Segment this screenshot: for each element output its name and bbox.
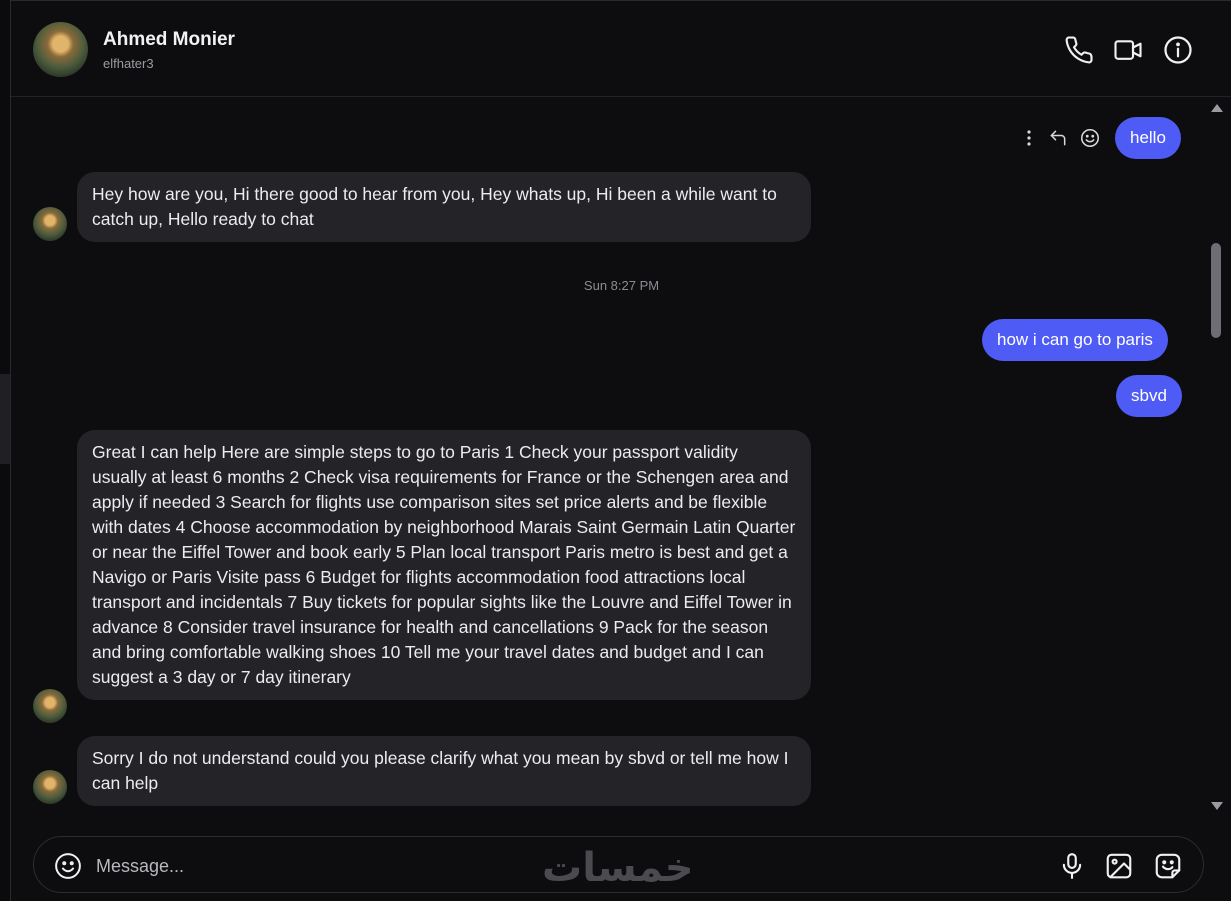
- message-scrollbar[interactable]: [1209, 100, 1223, 816]
- contact-name[interactable]: Ahmed Monier: [103, 29, 235, 51]
- sender-avatar[interactable]: [33, 207, 67, 241]
- sender-avatar[interactable]: [33, 689, 67, 723]
- contact-avatar[interactable]: [33, 22, 88, 77]
- message-timestamp: Sun 8:27 PM: [583, 278, 660, 293]
- image-icon[interactable]: [1104, 851, 1134, 881]
- message-bubble-incoming[interactable]: Hey how are you, Hi there good to hear f…: [77, 172, 811, 242]
- sticker-icon[interactable]: [1153, 851, 1183, 881]
- side-panel-edge: [0, 374, 10, 464]
- contact-username: elfhater3: [103, 56, 154, 71]
- chat-header: Ahmed Monier elfhater3: [11, 0, 1231, 97]
- sender-avatar[interactable]: [33, 770, 67, 804]
- phone-icon[interactable]: [1064, 35, 1094, 65]
- video-call-icon[interactable]: [1113, 35, 1143, 65]
- message-composer: خمسات: [33, 836, 1204, 893]
- message-list[interactable]: hello Hey how are you, Hi there good to …: [11, 97, 1231, 817]
- message-bubble-incoming[interactable]: Great I can help Here are simple steps t…: [77, 430, 811, 700]
- message-bubble-outgoing[interactable]: how i can go to paris: [982, 319, 1168, 361]
- microphone-icon[interactable]: [1057, 851, 1087, 881]
- scroll-down-arrow-icon[interactable]: [1211, 802, 1223, 810]
- emoji-icon[interactable]: [53, 851, 83, 881]
- message-bubble-incoming[interactable]: Sorry I do not understand could you plea…: [77, 736, 811, 806]
- scroll-up-arrow-icon[interactable]: [1211, 104, 1223, 112]
- reply-icon[interactable]: [1047, 128, 1069, 148]
- emoji-react-icon[interactable]: [1079, 127, 1101, 149]
- scrollbar-thumb[interactable]: [1211, 243, 1221, 338]
- message-bubble-outgoing[interactable]: hello: [1115, 117, 1181, 159]
- more-options-icon[interactable]: [1021, 128, 1037, 148]
- message-actions: [1021, 126, 1101, 150]
- chat-window: Ahmed Monier elfhater3 hello Hey how are…: [10, 0, 1231, 901]
- message-bubble-outgoing[interactable]: sbvd: [1116, 375, 1182, 417]
- info-icon[interactable]: [1163, 35, 1193, 65]
- watermark-logo: خمسات: [542, 845, 694, 891]
